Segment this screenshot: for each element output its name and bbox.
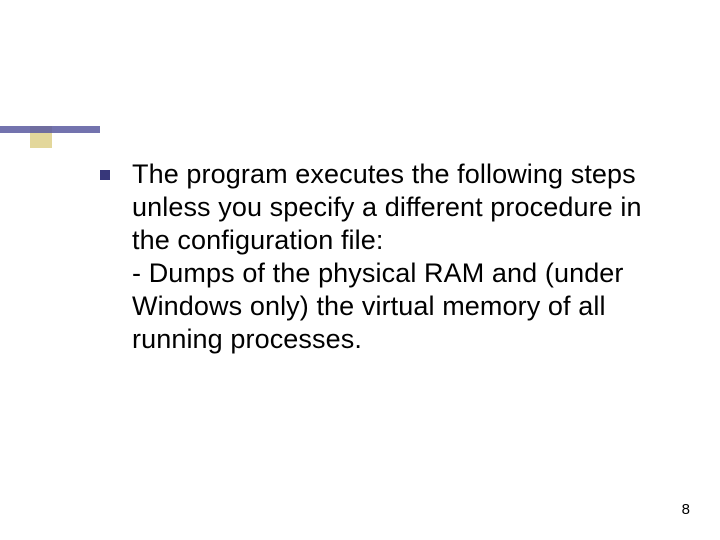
bullet-main-text: The program executes the following steps… xyxy=(132,159,642,255)
slide-content: The program executes the following steps… xyxy=(100,158,660,356)
header-decoration xyxy=(0,126,100,148)
bullet-sub-text: - Dumps of the physical RAM and (under W… xyxy=(132,258,624,354)
bullet-item: The program executes the following steps… xyxy=(100,158,660,356)
square-bullet-icon xyxy=(100,170,110,180)
accent-bar xyxy=(0,126,100,133)
page-number: 8 xyxy=(682,501,690,518)
bullet-text-block: The program executes the following steps… xyxy=(132,158,660,356)
